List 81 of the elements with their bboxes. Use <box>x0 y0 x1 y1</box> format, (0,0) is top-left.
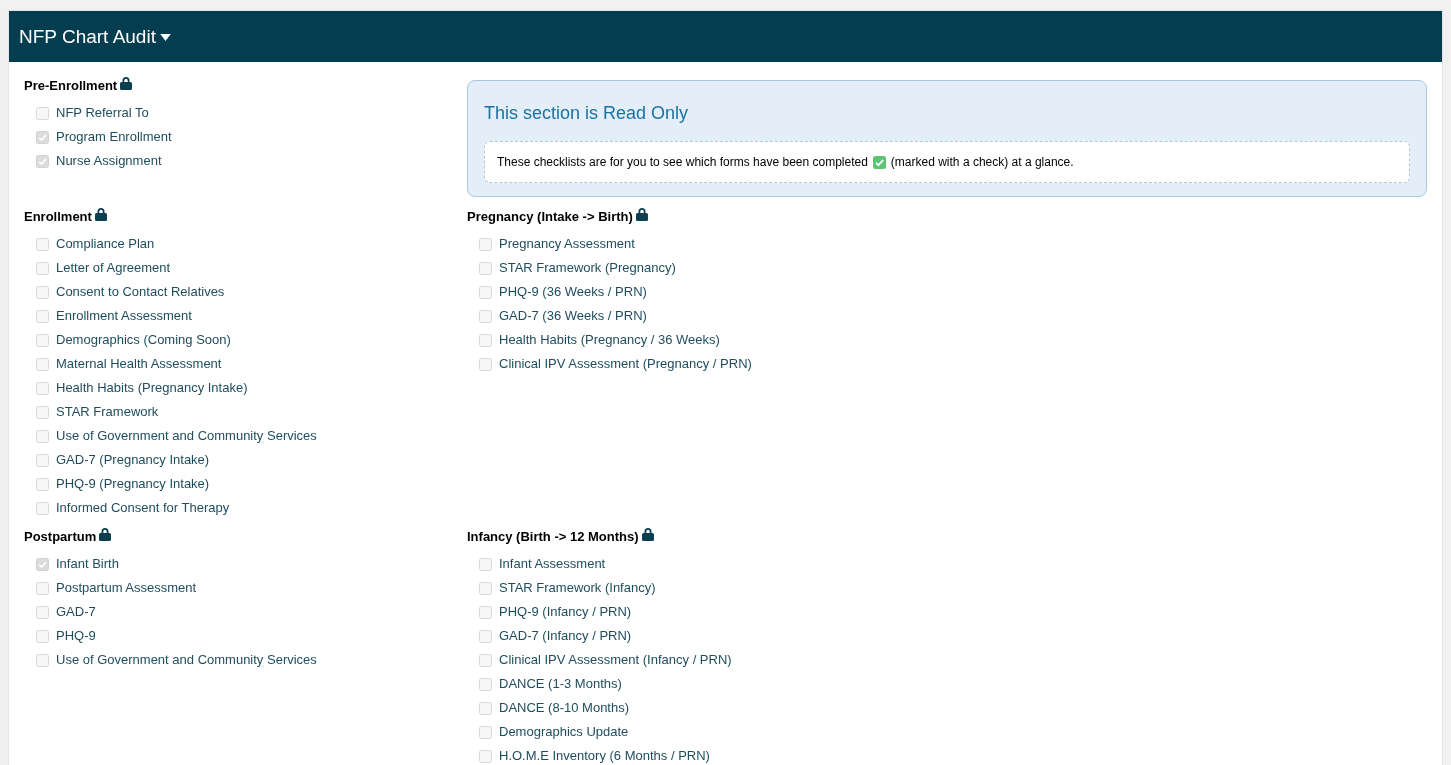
checkbox[interactable] <box>36 333 49 347</box>
checklist-label: Nurse Assignment <box>56 153 162 169</box>
checklist-label: Informed Consent for Therapy <box>56 500 230 516</box>
checklist-label: GAD-7 (36 Weeks / PRN) <box>499 308 647 324</box>
checklist-label: Health Habits (Pregnancy / 36 Weeks) <box>499 332 720 348</box>
checkbox[interactable] <box>479 309 492 323</box>
checkbox[interactable] <box>479 581 492 595</box>
checkbox[interactable] <box>36 285 49 299</box>
checkbox[interactable] <box>479 677 492 691</box>
checklist-label: Demographics Update <box>499 724 629 740</box>
section-heading: Pregnancy (Intake -> Birth) <box>467 209 633 225</box>
checkbox[interactable] <box>36 261 49 275</box>
checklist-label: Letter of Agreement <box>56 260 171 276</box>
checkbox[interactable] <box>479 333 492 347</box>
checklist-label: DANCE (1-3 Months) <box>499 676 622 692</box>
checklist-label: STAR Framework (Infancy) <box>499 580 656 596</box>
checkbox[interactable] <box>36 477 49 491</box>
checklist-label: Enrollment Assessment <box>56 308 192 324</box>
checkbox[interactable] <box>36 381 49 395</box>
section-heading: Enrollment <box>24 209 92 225</box>
checklist-label: H.O.M.E Inventory (6 Months / PRN) <box>499 748 710 764</box>
checklist-label: Pregnancy Assessment <box>499 236 635 252</box>
checkbox[interactable] <box>36 405 49 419</box>
checklist-label: Consent to Contact Relatives <box>56 284 225 300</box>
checkbox[interactable] <box>36 130 49 144</box>
checkbox[interactable] <box>479 261 492 275</box>
checkbox[interactable] <box>36 357 49 371</box>
checkbox[interactable] <box>479 285 492 299</box>
checklist-label: Infant Birth <box>56 556 119 572</box>
checkmark-icon <box>872 155 886 169</box>
checkbox[interactable] <box>479 629 492 643</box>
checklist-label: DANCE (8-10 Months) <box>499 700 630 716</box>
checkbox[interactable] <box>36 453 49 467</box>
checklist-label: Infant Assessment <box>499 556 606 572</box>
checklist-label: GAD-7 (Infancy / PRN) <box>499 628 632 644</box>
checkbox[interactable] <box>36 429 49 443</box>
notice-title: This section is Read Only <box>484 102 690 125</box>
section-heading: Infancy (Birth -> 12 Months) <box>467 529 639 545</box>
checklist-label: Use of Government and Community Services <box>56 428 317 444</box>
checkbox[interactable] <box>479 605 492 619</box>
checkbox[interactable] <box>479 357 492 371</box>
checkbox[interactable] <box>479 653 492 667</box>
checklist-label: Compliance Plan <box>56 236 155 252</box>
checkbox[interactable] <box>36 557 49 571</box>
checkbox[interactable] <box>36 106 49 120</box>
checklist-label: Clinical IPV Assessment (Pregnancy / PRN) <box>499 356 752 372</box>
checklist-label: PHQ-9 (Infancy / PRN) <box>499 604 632 620</box>
checklist-label: PHQ-9 <box>56 628 96 644</box>
checklist-label: STAR Framework (Pregnancy) <box>499 260 676 276</box>
checkbox[interactable] <box>479 237 492 251</box>
checkbox[interactable] <box>479 725 492 739</box>
checkbox[interactable] <box>479 749 492 763</box>
checklist-label: STAR Framework <box>56 404 159 420</box>
checkbox[interactable] <box>36 605 49 619</box>
checklist-label: Use of Government and Community Services <box>56 652 317 668</box>
checklist-label: GAD-7 (Pregnancy Intake) <box>56 452 210 468</box>
checkbox[interactable] <box>479 701 492 715</box>
checklist-label: Clinical IPV Assessment (Infancy / PRN) <box>499 652 732 668</box>
checklist-label: Program Enrollment <box>56 129 172 145</box>
checklist-label: NFP Referral To <box>56 105 149 121</box>
checklist-label: Maternal Health Assessment <box>56 356 222 372</box>
checkbox[interactable] <box>479 557 492 571</box>
section-heading: Postpartum <box>24 529 97 545</box>
title-dropdown[interactable]: NFP Chart Audit <box>19 24 171 49</box>
checkbox[interactable] <box>36 309 49 323</box>
checkbox[interactable] <box>36 237 49 251</box>
checkbox[interactable] <box>36 501 49 515</box>
notice-text: These checklists are for you to see which forms have been completed <box>497 154 868 171</box>
checklist-label: Health Habits (Pregnancy Intake) <box>56 380 248 396</box>
checkbox[interactable] <box>36 154 49 168</box>
checklist-label: GAD-7 <box>56 604 96 620</box>
checklist-label: PHQ-9 (36 Weeks / PRN) <box>499 284 647 300</box>
checkbox[interactable] <box>36 629 49 643</box>
caret-icon <box>159 34 171 41</box>
checkbox[interactable] <box>36 653 49 667</box>
section-heading: Pre-Enrollment <box>24 78 118 94</box>
notice-text: (marked with a check) at a glance. <box>890 154 1074 171</box>
checklist-label: PHQ-9 (Pregnancy Intake) <box>56 476 210 492</box>
checkbox[interactable] <box>36 581 49 595</box>
checklist-label: Demographics (Coming Soon) <box>56 332 231 348</box>
checklist-label: Postpartum Assessment <box>56 580 197 596</box>
